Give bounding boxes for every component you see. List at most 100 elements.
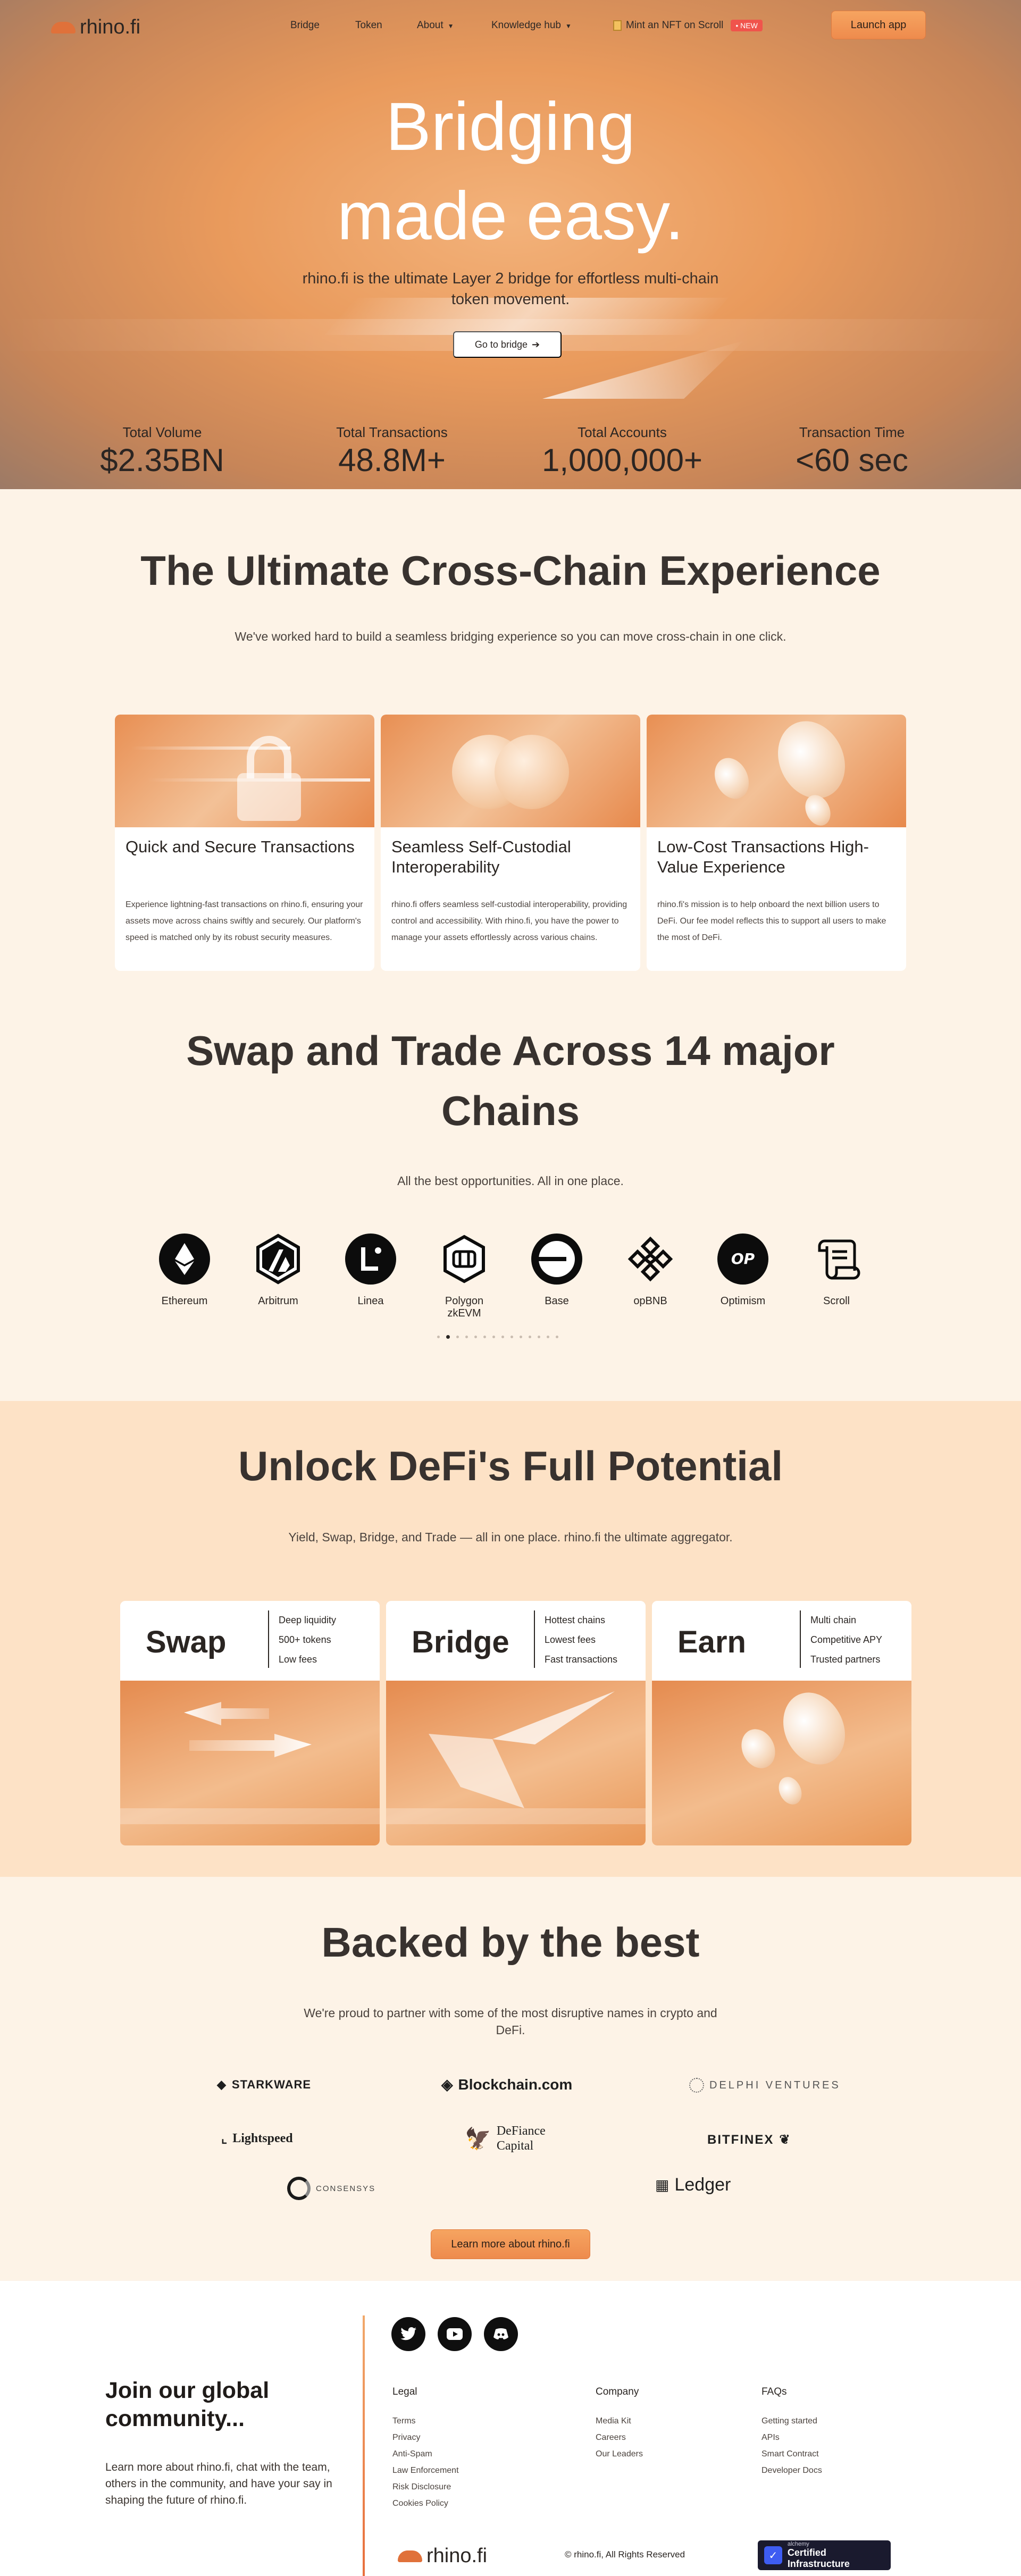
new-badge: • NEW <box>731 20 763 31</box>
product-title: Swap <box>146 1625 227 1659</box>
pagination-dot[interactable] <box>510 1336 513 1338</box>
pagination-dot[interactable] <box>474 1336 477 1338</box>
card-title: Quick and Secure Transactions <box>125 837 355 856</box>
chain-opbnb[interactable]: opBNB <box>616 1234 685 1307</box>
nav-knowledge-hub[interactable]: Knowledge hub ▼ <box>491 20 572 31</box>
stat-transaction-time: Transaction Time <60 sec <box>756 424 948 479</box>
footer-link[interactable]: Developer Docs <box>761 2462 822 2479</box>
footer-link[interactable]: Law Enforcement <box>392 2462 459 2479</box>
stat-label: Total Accounts <box>578 424 667 440</box>
pagination-dot[interactable] <box>520 1336 522 1338</box>
footer-link[interactable]: Terms <box>392 2413 459 2429</box>
ethereum-icon <box>159 1234 210 1285</box>
footer-link[interactable]: Cookies Policy <box>392 2495 459 2512</box>
go-to-bridge-button[interactable]: Go to bridge ➔ <box>453 331 562 358</box>
nav-token[interactable]: Token <box>355 20 382 31</box>
chain-linea[interactable]: Linea <box>336 1234 405 1307</box>
partner-bitfinex: BITFINEX ❦ <box>707 2132 791 2147</box>
hero-subtitle: rhino.fi is the ultimate Layer 2 bridge … <box>302 270 719 308</box>
blockchain-icon: ◈ <box>441 2076 453 2093</box>
pagination-dot[interactable] <box>465 1336 468 1338</box>
footer-link[interactable]: Risk Disclosure <box>392 2479 459 2495</box>
earn-illustration <box>652 1681 911 1845</box>
pagination-dot[interactable] <box>456 1336 459 1338</box>
pagination-dot[interactable] <box>556 1336 558 1338</box>
partner-name: DeFiance Capital <box>496 2124 546 2153</box>
partner-starkware: ◆ STARKWARE <box>217 2078 311 2092</box>
feature-item: Multi chain <box>810 1615 857 1625</box>
footer-logo[interactable]: rhino.fi <box>398 2545 487 2567</box>
partner-name: Lightspeed <box>232 2132 293 2145</box>
card-title: Low-Cost Transactions High-Value Experie… <box>657 837 869 876</box>
nav-knowledge-label: Knowledge hub <box>491 20 561 31</box>
product-card-earn[interactable]: Earn Multi chain Competitive APY Trusted… <box>652 1601 911 1845</box>
nav-about[interactable]: About ▼ <box>417 20 454 31</box>
bridge-illustration <box>386 1681 646 1845</box>
pagination-dot[interactable] <box>529 1336 531 1338</box>
chain-optimism[interactable]: OP Optimism <box>708 1234 777 1307</box>
certified-infrastructure-badge[interactable]: ✓ alchemy Certified Infrastructure <box>758 2540 891 2570</box>
chain-name: Polygon zkEVM <box>445 1295 484 1319</box>
brand-logo[interactable]: rhino.fi <box>51 16 140 39</box>
stat-value: <60 sec <box>796 442 908 478</box>
partner-blockchain: ◈ Blockchain.com <box>441 2076 572 2093</box>
pagination-dot[interactable] <box>547 1336 549 1338</box>
feature-card-low-cost: Low-Cost Transactions High-Value Experie… <box>647 715 906 971</box>
consensys-icon <box>287 2177 311 2200</box>
shield-check-icon: ✓ <box>764 2546 782 2564</box>
nav-bridge[interactable]: Bridge <box>290 20 320 31</box>
circle-shape <box>495 735 569 809</box>
partner-name: CONSENSYS <box>316 2184 376 2193</box>
discord-icon[interactable] <box>484 2317 518 2351</box>
polygon-zkevm-icon <box>439 1234 490 1285</box>
chain-arbitrum[interactable]: Arbitrum <box>244 1234 313 1307</box>
coin-icon <box>772 1682 857 1775</box>
chain-carousel-pagination[interactable] <box>437 1335 558 1339</box>
pagination-dot[interactable] <box>492 1336 495 1338</box>
twitter-icon[interactable] <box>391 2317 425 2351</box>
stat-label: Total Transactions <box>336 424 448 440</box>
footer-column-legal: Legal Terms Privacy Anti-Spam Law Enforc… <box>392 2386 459 2512</box>
chain-name: Arbitrum <box>258 1295 298 1307</box>
hero-title-line1: Bridging <box>386 89 635 165</box>
footer-link[interactable]: Anti-Spam <box>392 2446 459 2462</box>
footer-link[interactable]: Careers <box>596 2429 643 2446</box>
footer-link[interactable]: Smart Contract <box>761 2446 822 2462</box>
arbitrum-icon <box>253 1234 304 1285</box>
brand-name: rhino.fi <box>80 16 141 38</box>
footer-link[interactable]: APIs <box>761 2429 822 2446</box>
chain-polygon-zkevm[interactable]: Polygon zkEVM <box>430 1234 499 1320</box>
product-card-swap[interactable]: Swap Deep liquidity 500+ tokens Low fees <box>120 1601 380 1845</box>
experience-title: The Ultimate Cross-Chain Experience <box>140 547 881 594</box>
badge-provider: alchemy <box>787 2541 809 2547</box>
product-card-bridge[interactable]: Bridge Hottest chains Lowest fees Fast t… <box>386 1601 646 1845</box>
pagination-dot[interactable] <box>538 1336 540 1338</box>
nft-icon <box>613 20 622 31</box>
learn-more-button[interactable]: Learn more about rhino.fi <box>431 2229 590 2259</box>
footer-link[interactable]: Getting started <box>761 2413 822 2429</box>
pagination-dot[interactable] <box>501 1336 504 1338</box>
footer-link[interactable]: Our Leaders <box>596 2446 643 2462</box>
youtube-icon[interactable] <box>438 2317 472 2351</box>
chain-base[interactable]: Base <box>522 1234 591 1307</box>
pagination-dot[interactable] <box>483 1336 486 1338</box>
footer-column-heading: Legal <box>392 2386 417 2397</box>
pagination-dot[interactable] <box>437 1336 440 1338</box>
pagination-dot-active[interactable] <box>446 1335 450 1339</box>
chain-scroll[interactable]: Scroll <box>802 1234 871 1307</box>
copyright: © rhino.fi, All Rights Reserved <box>565 2549 685 2560</box>
backers-subtitle: We're proud to partner with some of the … <box>304 2006 717 2037</box>
chain-ethereum[interactable]: Ethereum <box>150 1234 219 1307</box>
chains-subtitle: All the best opportunities. All in one p… <box>397 1174 624 1188</box>
feature-item: Competitive APY <box>810 1634 883 1645</box>
nav-mint-nft[interactable]: Mint an NFT on Scroll • NEW <box>613 20 763 31</box>
footer-link[interactable]: Media Kit <box>596 2413 643 2429</box>
feature-item: Fast transactions <box>545 1654 618 1665</box>
defi-title: Unlock DeFi's Full Potential <box>238 1442 783 1489</box>
footer-link[interactable]: Privacy <box>392 2429 459 2446</box>
launch-app-button[interactable]: Launch app <box>831 11 926 39</box>
lock-icon <box>237 736 301 821</box>
feature-card-secure: Quick and Secure Transactions Experience… <box>115 715 374 971</box>
partner-name: BITFINEX <box>707 2132 774 2147</box>
card-body: rhino.fi's mission is to help onboard th… <box>657 900 886 942</box>
